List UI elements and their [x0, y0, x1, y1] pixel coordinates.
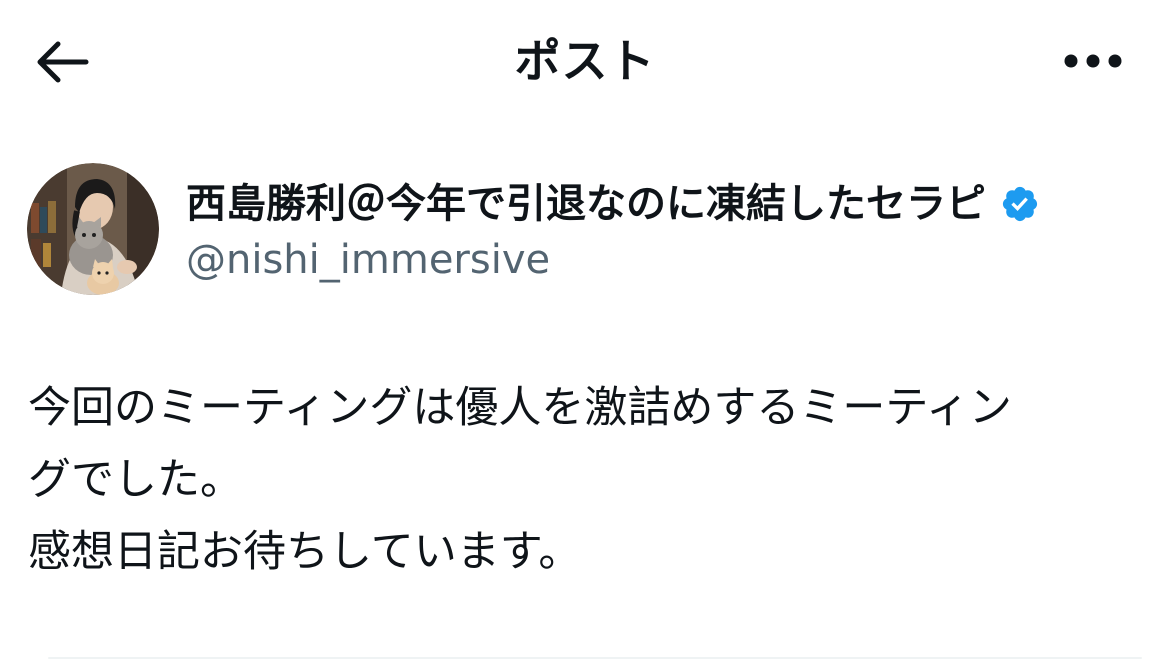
display-name: 西島勝利＠今年で引退なのに凍結したセラピ	[186, 181, 986, 227]
author-name-row[interactable]: 西島勝利＠今年で引退なのに凍結したセラピ	[186, 174, 1040, 234]
top-bar: ポスト	[0, 0, 1170, 124]
more-options-button[interactable]	[1056, 30, 1130, 92]
avatar-photo	[27, 163, 159, 295]
post-text: 今回のミーティングは優人を激詰めするミーティン グでした。 感想日記お待ちしてい…	[28, 372, 1143, 588]
divider	[48, 657, 1142, 659]
verified-badge-icon	[1000, 184, 1040, 224]
post-text-line: 感想日記お待ちしています。	[28, 527, 582, 577]
more-horizontal-icon	[1064, 54, 1122, 68]
page-title: ポスト	[514, 34, 656, 88]
post-text-line: グでした。	[28, 455, 243, 505]
post-detail-screen: ポスト 西島勝利＠今年で引退なのに凍結したセラピ @nishi_immersiv…	[0, 0, 1170, 661]
avatar[interactable]	[27, 163, 159, 295]
post-text-line: 今回のミーティングは優人を激詰めするミーティン	[28, 383, 1012, 433]
author-handle[interactable]: @nishi_immersive	[186, 232, 550, 288]
